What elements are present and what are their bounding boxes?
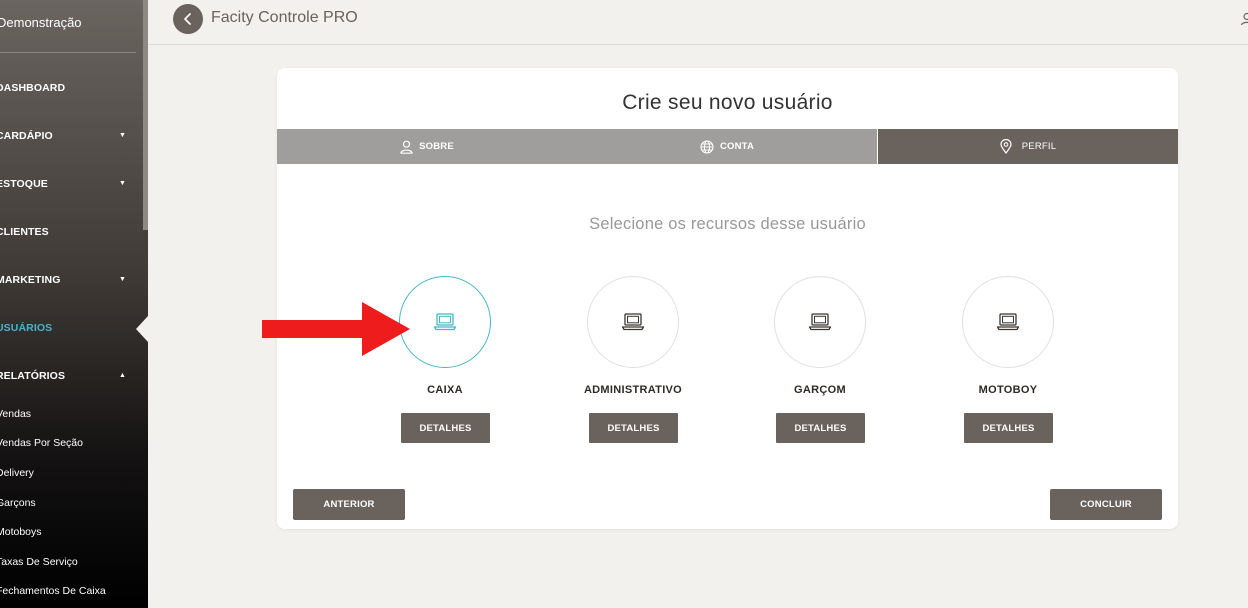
create-user-card: Crie seu novo usuário SOBRE CONTA PERFIL bbox=[277, 68, 1178, 529]
sidebar-item-usuarios[interactable]: USUÁRIOS bbox=[0, 318, 126, 338]
chevron-down-icon: ▼ bbox=[118, 180, 126, 187]
active-indicator bbox=[136, 316, 148, 342]
org-name[interactable]: Demonstração bbox=[0, 15, 82, 30]
sidebar-item-estoque[interactable]: ESTOQUE ▼ bbox=[0, 174, 126, 194]
sidebar-item-cardapio[interactable]: CARDÁPIO ▼ bbox=[0, 126, 126, 146]
sidebar-item-dashboard[interactable]: DASHBOARD bbox=[0, 78, 126, 98]
details-button[interactable]: DETALHES bbox=[776, 413, 865, 443]
app-title: Facity Controle PRO bbox=[211, 9, 358, 26]
step-label: PERFIL bbox=[1021, 141, 1057, 152]
sidebar-item-label: DASHBOARD bbox=[0, 82, 66, 94]
annotation-arrow-icon bbox=[262, 302, 410, 356]
option-label: ADMINISTRATIVO bbox=[583, 384, 683, 396]
sidebar-subitem-garcons[interactable]: Garçons bbox=[0, 495, 36, 511]
chevron-up-icon: ▲ bbox=[118, 372, 126, 379]
laptop-icon bbox=[996, 313, 1020, 331]
sidebar-subitem-motoboys[interactable]: Motoboys bbox=[0, 524, 42, 540]
chevron-down-icon: ▼ bbox=[118, 276, 126, 283]
laptop-icon bbox=[808, 313, 832, 331]
chevron-down-icon: ▼ bbox=[118, 132, 126, 139]
step-label: SOBRE bbox=[419, 141, 454, 152]
sidebar-item-label: ESTOQUE bbox=[0, 178, 48, 190]
option-label: CAIXA bbox=[427, 384, 463, 396]
card-title: Crie seu novo usuário bbox=[622, 91, 833, 114]
sidebar-subitem-vendas[interactable]: Vendas bbox=[0, 406, 31, 422]
sidebar-subitem-fechamentos-de-caixa[interactable]: Fechamentos De Caixa bbox=[0, 583, 106, 599]
sidebar-item-marketing[interactable]: MARKETING ▼ bbox=[0, 270, 126, 290]
sidebar-subitem-taxas-de-servico[interactable]: Taxas De Serviço bbox=[0, 554, 78, 570]
option-select-circle[interactable] bbox=[774, 276, 866, 368]
sidebar-subitem-vendas-por-secao[interactable]: Vendas Por Seção bbox=[0, 435, 83, 451]
back-button[interactable] bbox=[173, 4, 203, 34]
details-button[interactable]: DETALHES bbox=[964, 413, 1053, 443]
option-select-circle[interactable] bbox=[962, 276, 1054, 368]
section-subtitle: Selecione os recursos desse usuário bbox=[589, 215, 866, 233]
option-administrativo: ADMINISTRATIVO DETALHES bbox=[558, 276, 708, 446]
step-conta[interactable]: CONTA bbox=[577, 129, 877, 164]
sidebar-item-clientes[interactable]: CLIENTES bbox=[0, 222, 126, 242]
details-button[interactable]: DETALHES bbox=[589, 413, 678, 443]
sidebar-item-label: CLIENTES bbox=[0, 226, 49, 238]
globe-icon bbox=[700, 139, 714, 154]
step-perfil[interactable]: PERFIL bbox=[878, 129, 1178, 164]
sidebar-subitem-delivery[interactable]: Delivery bbox=[0, 465, 34, 481]
finish-button[interactable]: CONCLUIR bbox=[1050, 489, 1162, 520]
sidebar: Demonstração DASHBOARD CARDÁPIO ▼ ESTOQU… bbox=[0, 0, 148, 608]
option-select-circle[interactable] bbox=[587, 276, 679, 368]
top-header: Facity Controle PRO bbox=[148, 0, 1248, 45]
sidebar-item-relatorios[interactable]: RELATÓRIOS ▲ bbox=[0, 366, 126, 386]
laptop-icon bbox=[433, 313, 457, 331]
option-label: MOTOBOY bbox=[978, 384, 1038, 396]
step-label: CONTA bbox=[719, 141, 755, 152]
sidebar-divider bbox=[0, 52, 136, 53]
option-label: GARÇOM bbox=[794, 384, 846, 396]
map-pin-icon bbox=[1000, 139, 1012, 154]
previous-button[interactable]: ANTERIOR bbox=[293, 489, 405, 520]
wizard-steps: SOBRE CONTA PERFIL bbox=[277, 129, 1178, 164]
user-icon[interactable] bbox=[1240, 12, 1248, 26]
details-button[interactable]: DETALHES bbox=[401, 413, 490, 443]
laptop-icon bbox=[621, 313, 645, 331]
sidebar-item-label: RELATÓRIOS bbox=[0, 370, 66, 382]
chevron-left-icon bbox=[184, 13, 191, 25]
sidebar-item-label: USUÁRIOS bbox=[0, 322, 53, 334]
sidebar-item-label: MARKETING bbox=[0, 274, 61, 286]
step-sobre[interactable]: SOBRE bbox=[277, 129, 577, 164]
option-motoboy: MOTOBOY DETALHES bbox=[933, 276, 1083, 446]
user-icon bbox=[400, 140, 413, 154]
option-select-circle[interactable] bbox=[399, 276, 491, 368]
option-garcom: GARÇOM DETALHES bbox=[745, 276, 895, 446]
sidebar-item-label: CARDÁPIO bbox=[0, 130, 53, 142]
